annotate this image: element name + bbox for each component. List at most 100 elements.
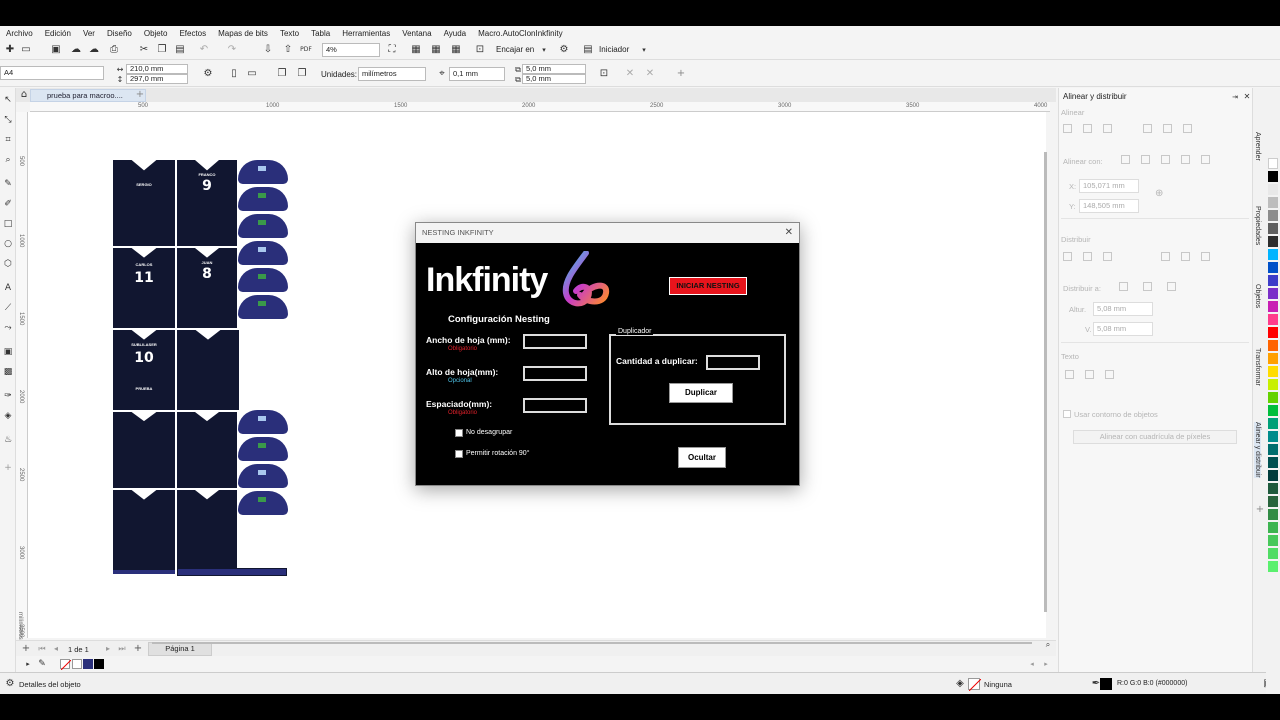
jersey-sublilaser[interactable]: SUBLILASER 10 PRUEBA [113, 330, 175, 410]
landscape-icon[interactable]: ▭ [246, 68, 258, 80]
print-icon[interactable]: ⎙ [108, 44, 120, 56]
palette-swatch[interactable] [1268, 184, 1278, 195]
page-center-icon[interactable] [1161, 155, 1170, 164]
all-pages-icon[interactable]: ❐ [276, 68, 288, 80]
palette-swatch[interactable] [1268, 223, 1278, 234]
jersey-front-9[interactable] [113, 412, 175, 488]
palette-swatch[interactable] [1268, 301, 1278, 312]
menu-item[interactable]: Mapas de bits [212, 29, 274, 38]
cap-shape[interactable] [238, 160, 288, 184]
palette-swatch[interactable] [1268, 327, 1278, 338]
spacing-input[interactable] [523, 398, 587, 413]
palette-swatch[interactable] [1268, 548, 1278, 559]
text-baseline-icon[interactable] [1065, 370, 1074, 379]
vertical-spacing-input[interactable]: 5,08 mm [1093, 322, 1153, 336]
last-page-icon[interactable]: ⏭ [116, 643, 128, 655]
palette-swatch[interactable] [1268, 158, 1278, 169]
menu-item[interactable]: Diseño [101, 29, 138, 38]
zoom-tool-icon[interactable]: ⌕ [2, 154, 14, 166]
palette-swatch[interactable] [1268, 197, 1278, 208]
hide-button[interactable]: Ocultar [678, 447, 726, 468]
palette-swatch[interactable] [1268, 444, 1278, 455]
allow-rotation-checkbox[interactable] [455, 450, 463, 458]
nudge-distance-input[interactable]: 0,1 mm [449, 67, 505, 81]
cut-icon[interactable]: ✂ [138, 44, 150, 56]
distribute-center-icon[interactable] [1083, 252, 1092, 261]
palette-swatch[interactable] [1268, 535, 1278, 546]
duplicate-distance-x-input[interactable]: 5,0 mm [522, 64, 586, 74]
palette-swatch[interactable] [1268, 405, 1278, 416]
page-size-select[interactable]: A4 [0, 66, 104, 80]
align-bottom-icon[interactable] [1183, 124, 1192, 133]
align-center-v-icon[interactable] [1163, 124, 1172, 133]
rulers-icon[interactable]: ▦ [410, 44, 422, 56]
new-tab-icon[interactable]: + [134, 89, 146, 101]
document-tab[interactable]: prueba para macroo.... [30, 89, 146, 102]
cap-shape[interactable] [238, 214, 288, 238]
palette-scroll-right-icon[interactable]: ▸ [1040, 658, 1052, 670]
jersey-front-8[interactable] [177, 412, 237, 488]
cloud-upload-icon[interactable]: ☁ [88, 44, 100, 56]
jersey-back-plain[interactable] [177, 330, 239, 410]
chevron-down-icon[interactable]: ▾ [538, 44, 550, 56]
guides-icon[interactable]: ▦ [450, 44, 462, 56]
transform-icon-2[interactable]: ✕ [644, 68, 656, 80]
distribute-top-icon[interactable] [1161, 252, 1170, 261]
palette-swatch[interactable] [1268, 470, 1278, 481]
y-position-input[interactable]: 148,505 mm [1079, 199, 1139, 213]
palette-swatch[interactable] [1268, 431, 1278, 442]
launcher-icon[interactable]: ▤ [582, 44, 594, 56]
navy-swatch[interactable] [83, 659, 93, 669]
palette-swatch[interactable] [1268, 340, 1278, 351]
add-page-icon[interactable]: + [20, 643, 32, 655]
palette-swatch[interactable] [1268, 210, 1278, 221]
horizontal-spacing-input[interactable]: 5,08 mm [1093, 302, 1153, 316]
cap-shape[interactable] [238, 295, 288, 319]
menu-item[interactable]: Ver [77, 29, 101, 38]
export-icon[interactable]: ⇧ [282, 44, 294, 56]
horizontal-ruler[interactable]: 5001000150020002500300035004000450050005… [30, 102, 1175, 112]
current-page-icon[interactable]: ❐ [296, 68, 308, 80]
close-icon[interactable]: ✕ [785, 227, 793, 238]
redo-icon[interactable]: ↷ [226, 44, 238, 56]
palette-swatch[interactable] [1268, 288, 1278, 299]
text-first-line-icon[interactable] [1085, 370, 1094, 379]
jersey-juan[interactable]: JUAN 8 [177, 248, 237, 328]
eyedropper-icon[interactable]: ✑ [2, 390, 14, 402]
distribute-middle-icon[interactable] [1181, 252, 1190, 261]
undo-icon[interactable]: ↶ [198, 44, 210, 56]
palette-swatch[interactable] [1268, 457, 1278, 468]
zoom-icon[interactable]: ⌕ [1042, 639, 1054, 651]
first-page-icon[interactable]: ⏮ [36, 643, 48, 655]
use-outline-checkbox[interactable] [1063, 410, 1071, 418]
menu-item[interactable]: Tabla [305, 29, 336, 38]
x-position-input[interactable]: 105,071 mm [1079, 179, 1139, 193]
grid-icon[interactable]: ▦ [430, 44, 442, 56]
pick-tool-icon[interactable]: ↖ [2, 94, 14, 106]
no-ungroup-checkbox[interactable] [455, 429, 463, 437]
sheet-height-input[interactable] [523, 366, 587, 381]
palette-arrow-icon[interactable]: ▸ [22, 658, 34, 670]
specified-point-icon[interactable] [1201, 155, 1210, 164]
crop-tool-icon[interactable]: ⌗ [2, 134, 14, 146]
next-page-icon[interactable]: ▸ [102, 643, 114, 655]
palette-swatch[interactable] [1268, 522, 1278, 533]
page-edge-icon[interactable] [1141, 155, 1150, 164]
import-icon[interactable]: ⇩ [262, 44, 274, 56]
units-select[interactable]: milímetros [358, 67, 426, 81]
align-left-icon[interactable] [1063, 124, 1072, 133]
add-tool-icon[interactable]: + [2, 462, 14, 474]
copy-icon[interactable]: ❐ [156, 44, 168, 56]
jersey-franco[interactable]: FRANCO 9 [177, 160, 237, 246]
distribute-bottom-icon[interactable] [1201, 252, 1210, 261]
cap-shape[interactable] [238, 268, 288, 292]
tab-learn[interactable]: Aprender [1254, 132, 1261, 161]
palette-swatch[interactable] [1268, 561, 1278, 572]
home-icon[interactable]: ⌂ [18, 89, 30, 101]
palette-swatch[interactable] [1268, 379, 1278, 390]
palette-swatch[interactable] [1268, 418, 1278, 429]
tab-align-distribute[interactable]: Alinear y distribuir [1254, 422, 1261, 478]
palette-swatch[interactable] [1268, 275, 1278, 286]
menu-item[interactable]: Ayuda [438, 29, 473, 38]
cap-shape[interactable] [238, 437, 288, 461]
